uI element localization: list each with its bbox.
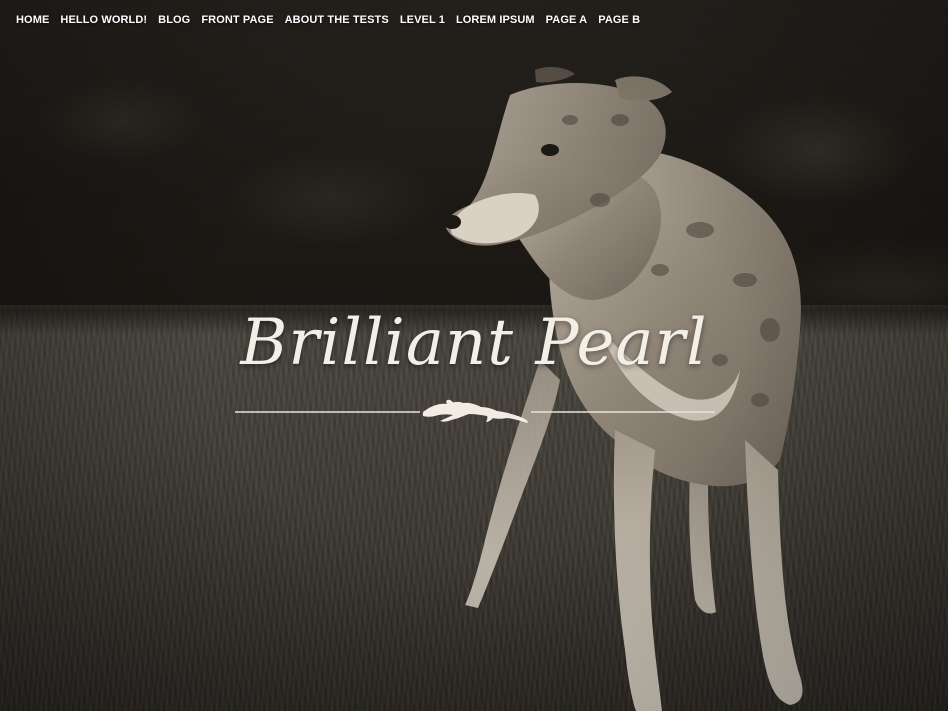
running-greyhound-icon [423, 399, 528, 423]
header-hero: HOME HELLO WORLD! BLOG FRONT PAGE ABOUT … [0, 0, 948, 711]
site-branding: Brilliant Pearl [0, 300, 948, 386]
nav-item-lorem-ipsum[interactable]: LOREM IPSUM [456, 14, 535, 26]
nav-item-hello-world[interactable]: HELLO WORLD! [60, 14, 147, 26]
nav-item-page-b[interactable]: PAGE B [598, 14, 640, 26]
site-title[interactable]: Brilliant Pearl [240, 300, 707, 386]
nav-item-front-page[interactable]: FRONT PAGE [201, 14, 273, 26]
nav-item-about-the-tests[interactable]: ABOUT THE TESTS [285, 14, 389, 26]
nav-item-blog[interactable]: BLOG [158, 14, 190, 26]
nav-item-level-1[interactable]: LEVEL 1 [400, 14, 445, 26]
main-navigation: HOME HELLO WORLD! BLOG FRONT PAGE ABOUT … [16, 14, 651, 26]
title-divider [235, 399, 715, 423]
nav-item-page-a[interactable]: PAGE A [546, 14, 588, 26]
nav-item-home[interactable]: HOME [16, 14, 49, 26]
